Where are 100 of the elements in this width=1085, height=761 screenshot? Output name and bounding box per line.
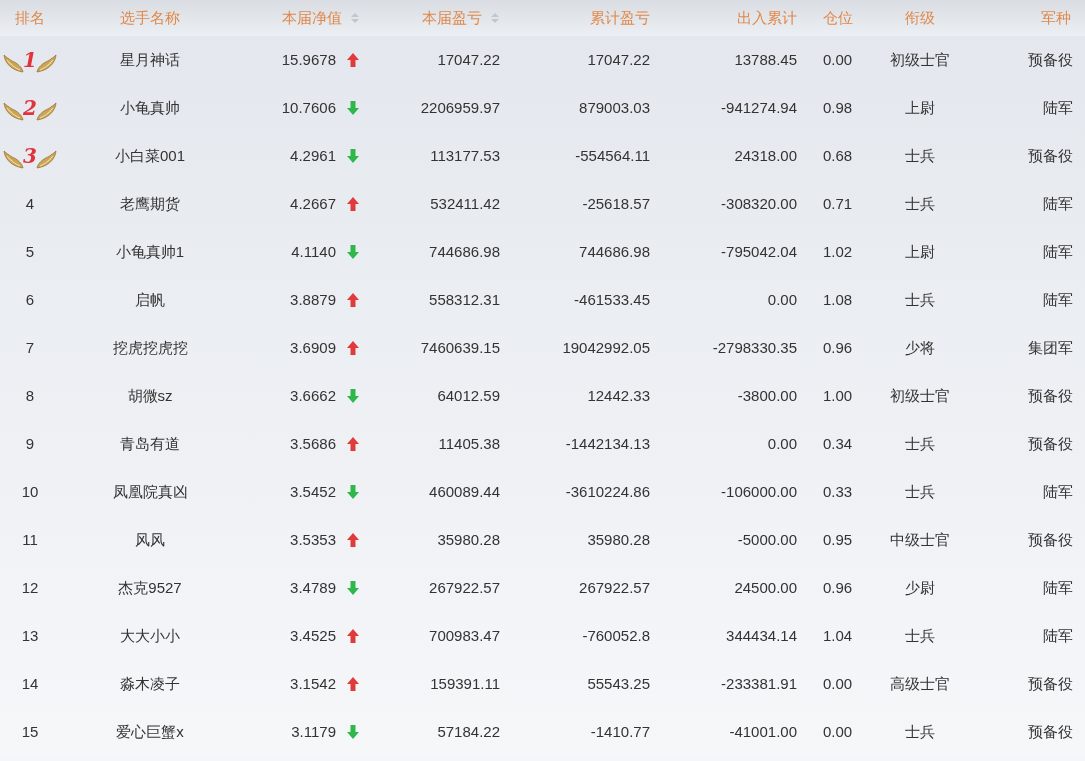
rank-number: 12 — [21, 577, 39, 598]
rank-number: 7 — [25, 337, 35, 358]
military-rank: 上尉 — [905, 97, 935, 118]
rank-number: 15 — [21, 721, 39, 742]
net-value: 3.6662 — [290, 385, 336, 406]
column-header[interactable]: 本届净值 — [282, 6, 360, 30]
service-branch: 预备役 — [1028, 49, 1073, 70]
military-rank: 士兵 — [905, 289, 935, 310]
rank-number: 3 — [23, 143, 37, 170]
net-value: 3.4789 — [290, 577, 336, 598]
position-ratio: 0.33 — [822, 481, 853, 502]
cash-flow: -41001.00 — [729, 721, 797, 742]
net-value: 3.8879 — [290, 289, 336, 310]
period-profit: 460089.44 — [429, 481, 500, 502]
service-branch: 预备役 — [1028, 385, 1073, 406]
position-ratio: 0.68 — [822, 145, 853, 166]
net-value: 4.1140 — [291, 241, 336, 262]
cash-flow: 0.00 — [767, 433, 797, 454]
net-value: 4.2667 — [290, 193, 336, 214]
total-profit: 17047.22 — [587, 49, 650, 70]
cash-flow: 24500.00 — [734, 577, 797, 598]
cash-flow: -5000.00 — [737, 529, 797, 550]
player-name: 青岛有道 — [120, 433, 180, 454]
net-value: 3.5452 — [290, 481, 336, 502]
position-ratio: 0.96 — [822, 577, 853, 598]
column-header: 仓位 — [822, 7, 853, 28]
cash-flow: -106000.00 — [721, 481, 797, 502]
column-header: 排名 — [15, 7, 45, 28]
service-branch: 预备役 — [1028, 433, 1073, 454]
net-value: 3.1179 — [291, 721, 336, 742]
position-ratio: 1.08 — [822, 289, 853, 310]
position-ratio: 0.98 — [822, 97, 853, 118]
total-profit: 267922.57 — [579, 577, 650, 598]
military-rank: 少将 — [905, 337, 935, 358]
period-profit: 11405.38 — [438, 433, 500, 454]
player-name: 小龟真帅 — [120, 97, 180, 118]
player-name: 杰克9527 — [118, 577, 182, 598]
cash-flow: 13788.45 — [734, 49, 797, 70]
military-rank: 士兵 — [905, 145, 935, 166]
rank-number: 11 — [22, 529, 38, 550]
total-profit: -1410.77 — [590, 721, 650, 742]
total-profit: 744686.98 — [579, 241, 650, 262]
period-profit: 113177.53 — [430, 145, 500, 166]
service-branch: 陆军 — [1043, 97, 1073, 118]
column-header: 选手名称 — [120, 7, 180, 28]
rank-number: 4 — [25, 193, 35, 214]
column-header: 出入累计 — [737, 7, 797, 28]
cash-flow: -308320.00 — [721, 193, 797, 214]
cash-flow: -233381.91 — [721, 673, 797, 694]
position-ratio: 0.00 — [822, 673, 853, 694]
military-rank: 士兵 — [905, 625, 935, 646]
cash-flow: 344434.14 — [726, 625, 797, 646]
military-rank: 上尉 — [905, 241, 935, 262]
column-header: 累计盈亏 — [590, 7, 650, 28]
total-profit: -554564.11 — [575, 145, 650, 166]
service-branch: 陆军 — [1043, 625, 1073, 646]
period-profit: 700983.47 — [429, 625, 500, 646]
player-name: 启帆 — [135, 289, 165, 310]
sort-icon[interactable] — [350, 11, 360, 25]
service-branch: 陆军 — [1043, 193, 1073, 214]
cash-flow: -3800.00 — [737, 385, 797, 406]
service-branch: 集团军 — [1028, 337, 1073, 358]
player-name: 大大小小 — [120, 625, 180, 646]
rank-number: 8 — [25, 385, 35, 406]
cash-flow: 0.00 — [767, 289, 797, 310]
service-branch: 预备役 — [1028, 529, 1073, 550]
military-rank: 士兵 — [905, 481, 935, 502]
total-profit: -3610224.86 — [565, 481, 650, 502]
rank-number: 1 — [23, 47, 37, 74]
total-profit: 19042992.05 — [562, 337, 650, 358]
cash-flow: -2798330.35 — [712, 337, 797, 358]
total-profit: -25618.57 — [582, 193, 650, 214]
column-header: 军种 — [1041, 7, 1071, 28]
military-rank: 中级士官 — [890, 529, 950, 550]
period-profit: 64012.59 — [437, 385, 500, 406]
period-profit: 558312.31 — [429, 289, 500, 310]
total-profit: 879003.03 — [579, 97, 650, 118]
cash-flow: -941274.94 — [721, 97, 797, 118]
total-profit: 35980.28 — [587, 529, 650, 550]
player-name: 星月神话 — [120, 49, 180, 70]
military-rank: 少尉 — [905, 577, 935, 598]
period-profit: 267922.57 — [429, 577, 500, 598]
position-ratio: 0.95 — [822, 529, 853, 550]
period-profit: 744686.98 — [429, 241, 500, 262]
rank-number: 10 — [21, 481, 39, 502]
net-value: 3.4525 — [290, 625, 336, 646]
net-value: 3.6909 — [290, 337, 336, 358]
position-ratio: 0.00 — [822, 721, 853, 742]
column-header[interactable]: 本届盈亏 — [422, 6, 500, 30]
sort-icon[interactable] — [490, 11, 500, 25]
service-branch: 预备役 — [1028, 673, 1073, 694]
player-name: 淼木凌子 — [120, 673, 180, 694]
net-value: 4.2961 — [290, 145, 336, 166]
period-profit: 159391.11 — [430, 673, 500, 694]
position-ratio: 0.00 — [822, 49, 853, 70]
rank-number: 5 — [25, 241, 35, 262]
total-profit: 12442.33 — [587, 385, 650, 406]
position-ratio: 0.34 — [822, 433, 853, 454]
position-ratio: 1.04 — [822, 625, 853, 646]
military-rank: 初级士官 — [890, 385, 950, 406]
